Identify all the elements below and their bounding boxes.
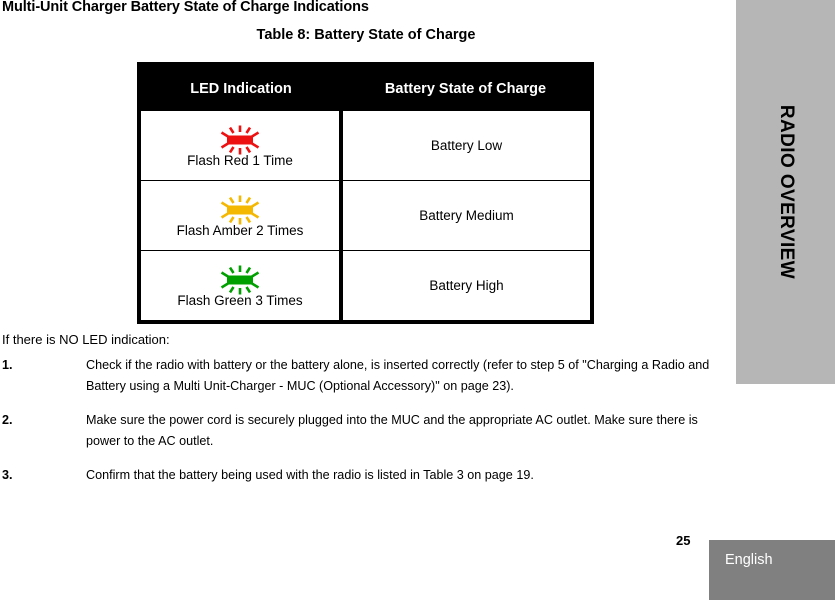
led-indication-cell: Flash Green 3 Times <box>139 250 343 322</box>
column-header-led-indication: LED Indication <box>139 64 341 111</box>
troubleshooting-steps: 1. Check if the radio with battery or th… <box>0 355 733 499</box>
flash-amber-led-icon <box>220 195 260 225</box>
step-number: 1. <box>2 358 13 372</box>
battery-state-label: Battery Low <box>430 138 503 153</box>
battery-state-cell: Battery High <box>340 250 592 322</box>
battery-state-label: Battery Medium <box>419 208 514 223</box>
step-text: Make sure the power cord is securely plu… <box>86 413 698 448</box>
battery-state-label: Battery High <box>429 278 504 293</box>
page-number: 25 <box>676 533 691 548</box>
list-item: 2. Make sure the power cord is securely … <box>0 410 733 452</box>
chapter-tab: RADIO OVERVIEW <box>736 0 835 384</box>
chapter-tab-label: RADIO OVERVIEW <box>775 104 797 280</box>
led-indication-wrap: Flash Red 1 Time <box>141 123 339 168</box>
footer-language-label: English <box>725 552 773 568</box>
led-indication-label: Flash Amber 2 Times <box>176 223 304 238</box>
column-header-battery-state: Battery State of Charge <box>341 64 592 111</box>
section-heading: Multi-Unit Charger Battery State of Char… <box>2 0 369 15</box>
table-row: Flash Amber 2 Times Battery Medium <box>139 180 592 251</box>
led-indication-cell: Flash Red 1 Time <box>139 111 343 181</box>
table-row: Flash Red 1 Time Battery Low <box>139 111 592 181</box>
step-number: 2. <box>2 413 13 427</box>
table-caption: Table 8: Battery State of Charge <box>256 27 476 43</box>
step-number: 3. <box>2 468 13 482</box>
no-led-indication-lead: If there is NO LED indication: <box>2 332 170 347</box>
table-row: Flash Green 3 Times Battery High <box>139 250 592 322</box>
step-text: Confirm that the battery being used with… <box>86 468 534 482</box>
battery-state-cell: Battery Low <box>340 111 592 181</box>
led-indication-wrap: Flash Green 3 Times <box>141 263 339 308</box>
led-indication-label: Flash Red 1 Time <box>187 153 293 168</box>
list-item: 3. Confirm that the battery being used w… <box>0 465 733 486</box>
list-item: 1. Check if the radio with battery or th… <box>0 355 733 397</box>
battery-state-cell: Battery Medium <box>340 180 592 251</box>
flash-green-led-icon <box>220 265 260 295</box>
led-indication-label: Flash Green 3 Times <box>177 293 303 308</box>
led-indication-wrap: Flash Amber 2 Times <box>141 193 339 238</box>
table-header: LED Indication Battery State of Charge <box>139 64 592 111</box>
battery-state-of-charge-table: LED Indication Battery State of Charge F… <box>137 62 594 324</box>
footer-language-box: English <box>709 540 835 600</box>
flash-red-led-icon <box>220 125 260 155</box>
step-text: Check if the radio with battery or the b… <box>86 358 710 393</box>
table-body: Flash Red 1 Time Battery Low Flash Amber… <box>139 111 592 322</box>
table-header-row: LED Indication Battery State of Charge <box>139 64 592 111</box>
led-indication-cell: Flash Amber 2 Times <box>139 180 343 251</box>
